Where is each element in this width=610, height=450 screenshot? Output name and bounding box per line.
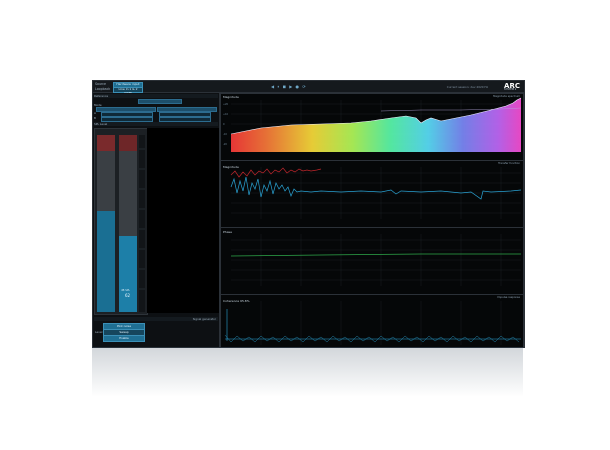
magnitude-subtitle: Magnitude spectrum bbox=[493, 95, 520, 98]
coherence-subtitle: Impulse response bbox=[497, 296, 520, 299]
arc-logo: ARC SYSTEM 2 bbox=[504, 82, 520, 91]
meter-left-peak bbox=[97, 135, 115, 151]
a-label: A bbox=[94, 111, 96, 115]
transfer-red-trace bbox=[230, 167, 322, 178]
enable-label: Enable bbox=[119, 336, 129, 340]
magnitude-title: Magnitude bbox=[223, 95, 239, 99]
level-label: Level bbox=[95, 330, 103, 334]
generator-title: Signal generator bbox=[192, 317, 216, 321]
app-window: Source Loopback Hardware input Line In 1… bbox=[92, 80, 525, 348]
phase-trace bbox=[230, 253, 521, 257]
sweep-label: Sweep bbox=[119, 330, 129, 334]
coherence-title: Coherence 95.8% bbox=[223, 299, 250, 303]
svg-text:+10: +10 bbox=[223, 113, 229, 116]
input-device-button[interactable]: Line In 1 & 2 (USB) bbox=[113, 87, 143, 94]
b-slider[interactable] bbox=[101, 117, 153, 122]
meter-side-area bbox=[147, 128, 219, 313]
phase-panel[interactable]: Phase bbox=[220, 227, 524, 295]
phase-title: Phase bbox=[223, 230, 232, 234]
coherence-chart bbox=[224, 301, 521, 345]
meter-value: 62 bbox=[125, 293, 131, 298]
transport-controls[interactable]: ◀ ⏸ ◼ ▶ ● ⟳ bbox=[271, 84, 307, 89]
pink-noise-label: Pink noise bbox=[116, 324, 132, 328]
b-slider-right[interactable] bbox=[159, 117, 211, 122]
transfer-blue-trace bbox=[230, 176, 522, 200]
svg-text:-20: -20 bbox=[223, 143, 227, 146]
transfer-title: Magnitude bbox=[223, 165, 239, 169]
spl-meter: dB SPL 62 bbox=[94, 128, 148, 315]
transfer-subtitle: Transfer function bbox=[498, 162, 520, 165]
meter-unit: dB SPL bbox=[121, 289, 130, 292]
source-label: Source bbox=[95, 82, 106, 86]
svg-text:+20: +20 bbox=[223, 103, 229, 106]
enable-button[interactable]: Enable bbox=[103, 335, 145, 342]
session-info: Current session: dev 4020 Hz bbox=[446, 85, 488, 89]
loopback-label: Loopback bbox=[95, 87, 111, 91]
reference-title: Reference bbox=[94, 94, 109, 98]
transfer-panel[interactable]: Magnitude Transfer function bbox=[220, 160, 524, 228]
svg-text:0: 0 bbox=[223, 123, 225, 126]
meter-right-level bbox=[119, 236, 137, 312]
meter-left-level bbox=[97, 211, 115, 312]
top-toolbar: Source Loopback Hardware input Line In 1… bbox=[93, 81, 524, 94]
meter-right-peak bbox=[119, 135, 137, 151]
magnitude-panel[interactable]: Magnitude Magnitude spectrum +20 +10 0 -… bbox=[220, 93, 524, 161]
graph-area: Magnitude Magnitude spectrum +20 +10 0 -… bbox=[220, 93, 524, 348]
transfer-chart bbox=[230, 167, 522, 219]
coherence-panel[interactable]: Coherence 95.8% Impulse response bbox=[220, 294, 524, 348]
coherence-trace bbox=[224, 334, 520, 343]
meter-title: SPL Level bbox=[94, 122, 108, 126]
phase-chart bbox=[230, 234, 521, 286]
svg-text:-10: -10 bbox=[223, 133, 227, 136]
reference-header: Reference bbox=[94, 94, 218, 98]
b-label: B bbox=[94, 116, 96, 120]
meter-graphic bbox=[95, 129, 147, 314]
magnitude-chart: +20 +10 0 -10 -20 bbox=[223, 97, 522, 152]
spectrum-fill bbox=[231, 98, 521, 152]
hardware-input-label: Hardware input bbox=[116, 82, 140, 86]
screen-reflection bbox=[92, 347, 523, 397]
meter-header: SPL Level bbox=[94, 122, 218, 126]
left-panel: Reference Mode A B SPL Level dB SPL 62 S… bbox=[93, 93, 220, 347]
generator-header: Signal generator bbox=[94, 317, 218, 321]
